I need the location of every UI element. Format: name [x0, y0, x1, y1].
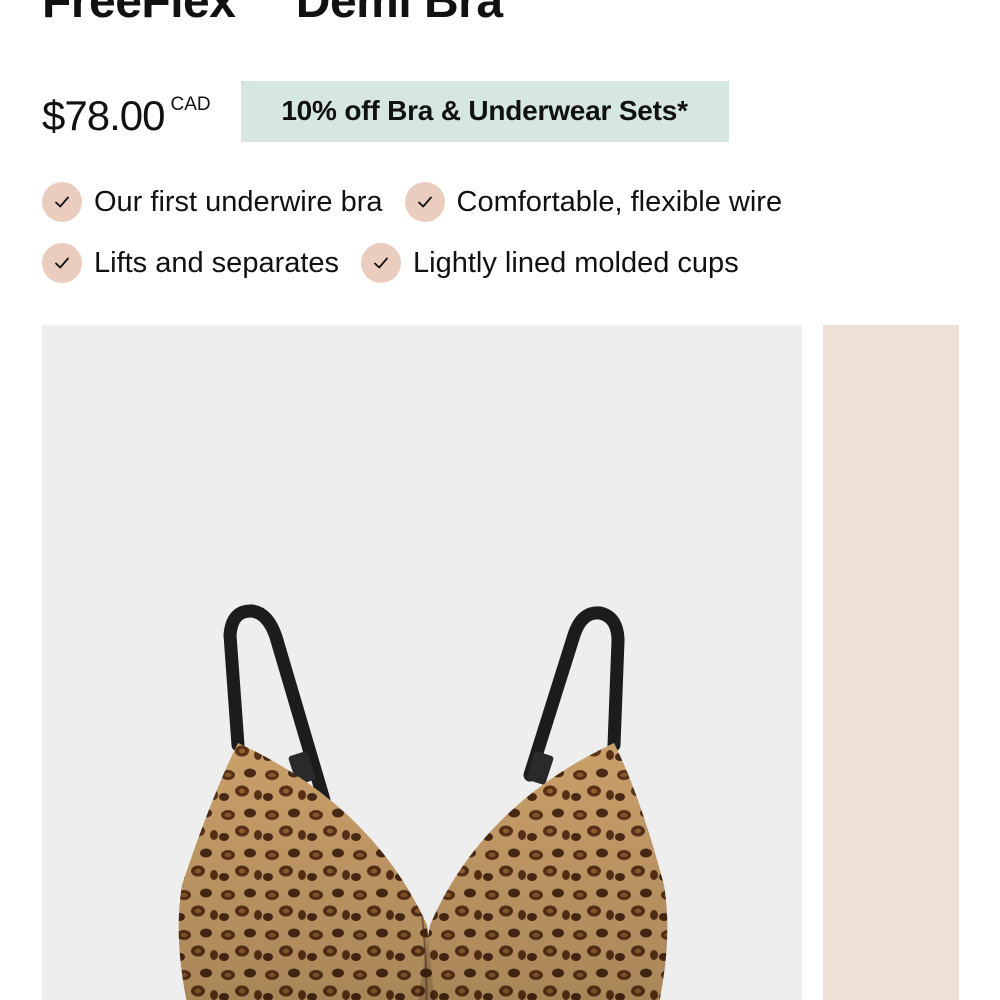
product-price: $78.00 — [42, 92, 165, 139]
feature-item: Lifts and separates — [42, 243, 339, 283]
leopard-print-bra-image — [178, 604, 668, 1000]
next-product-image[interactable] — [823, 325, 959, 1000]
feature-list: Our first underwire bra Comfortable, fle… — [42, 180, 804, 302]
feature-item: Our first underwire bra — [42, 182, 383, 222]
feature-item: Comfortable, flexible wire — [404, 182, 783, 222]
check-icon — [361, 243, 402, 283]
promo-badge[interactable]: 10% off Bra & Underwear Sets* — [240, 80, 729, 142]
feature-label: Our first underwire bra — [94, 185, 383, 218]
feature-label: Comfortable, flexible wire — [456, 185, 783, 218]
price-row: $78.00 CAD 10% off Bra & Underwear Sets* — [42, 80, 729, 142]
feature-row: Our first underwire bra Comfortable, fle… — [42, 180, 804, 224]
promo-label: 10% off Bra & Underwear Sets* — [281, 95, 688, 126]
check-icon — [42, 243, 82, 283]
feature-label: Lightly lined molded cups — [413, 246, 739, 279]
feature-label: Lifts and separates — [94, 246, 340, 279]
product-title: FreeFlex™ Demi Bra — [42, 0, 503, 28]
feature-item: Lightly lined molded cups — [361, 243, 739, 283]
check-icon — [404, 182, 445, 222]
price-currency: CAD — [170, 94, 211, 115]
check-icon — [42, 182, 82, 222]
product-detail-page: FreeFlex™ Demi Bra $78.00 CAD 10% off Br… — [0, 0, 1000, 1000]
product-image-main[interactable] — [42, 325, 802, 1000]
feature-row: Lifts and separates Lightly lined molded… — [42, 241, 804, 285]
